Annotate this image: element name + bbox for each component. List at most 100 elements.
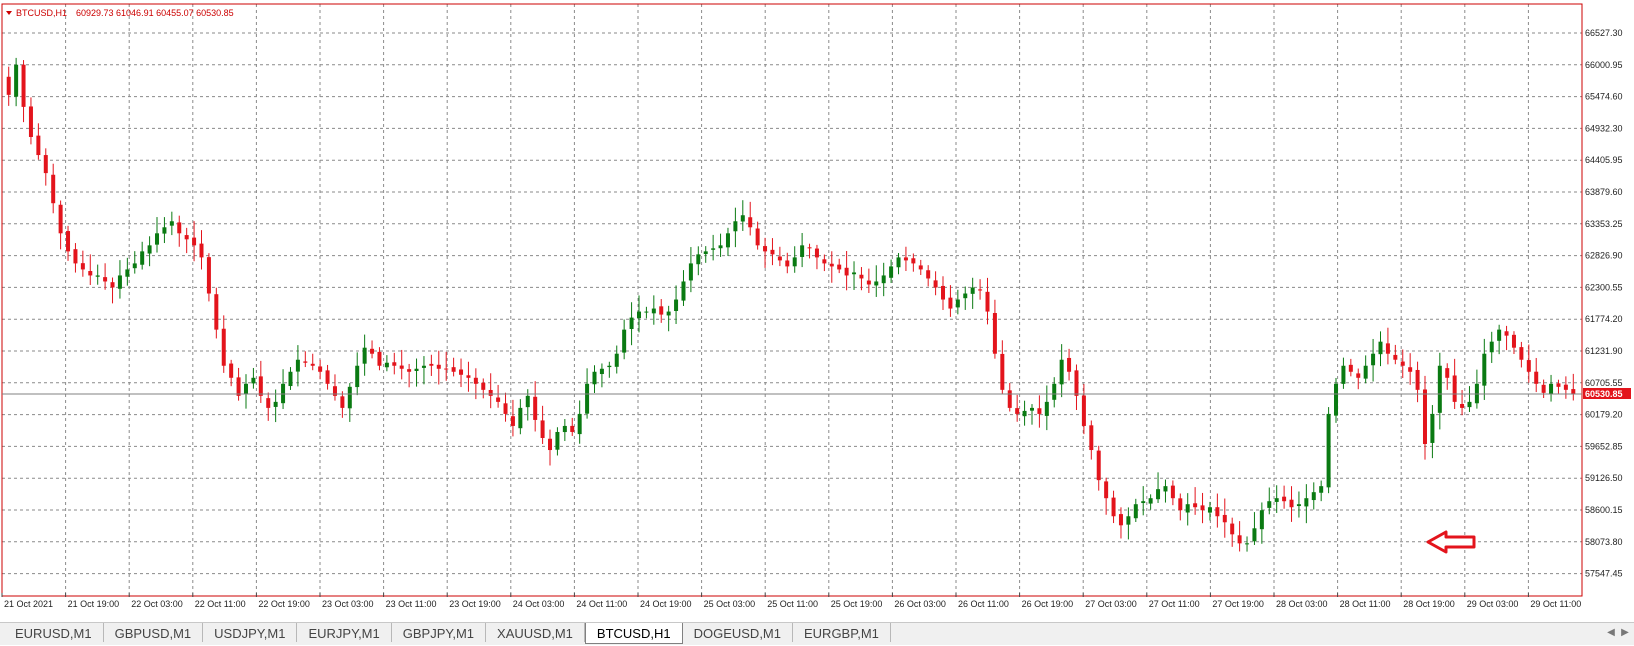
price-tick-label: 58600.15 [1585,505,1623,515]
bull-candle [288,367,293,390]
bull-candle [355,352,360,396]
bull-candle [518,399,523,435]
bull-candle [362,334,367,376]
time-tick-label: 21 Oct 19:00 [68,599,120,609]
time-tick-label: 28 Oct 03:00 [1276,599,1328,609]
price-axis[interactable]: 66527.30 66000.95 65474.60 64932.30 64405.95… [1585,28,1623,579]
bear-candle [6,66,11,106]
bear-candle [1222,498,1227,538]
bear-candle [1237,521,1242,552]
bear-candle [466,361,471,392]
bull-candle [614,345,619,374]
bear-candle [488,373,493,409]
bear-candle [103,263,108,290]
bull-candle [1489,331,1494,363]
time-tick-label: 23 Oct 11:00 [386,599,437,609]
bear-candle [429,354,434,376]
bull-candle [1156,472,1161,503]
current-price-label: 60530.85 [1585,389,1623,399]
tab-eurgbp-m1[interactable]: EURGBP,M1 [793,623,891,642]
bull-candle [874,265,879,297]
bull-candle [1148,494,1153,510]
time-tick-label: 23 Oct 03:00 [322,599,374,609]
bull-candle [1245,536,1250,552]
bull-candle [1497,324,1502,355]
bear-candle [1356,368,1361,390]
chevron-left-icon[interactable]: ◀ [1604,626,1618,640]
price-tick-label: 62300.55 [1585,282,1623,292]
chart-header: BTCUSD,H1 60929.73 61046.91 60455.07 605… [6,8,234,18]
candles [6,57,1576,552]
bear-candle [80,250,85,277]
bear-candle [763,237,768,268]
price-tick-label: 64405.95 [1585,155,1623,165]
bear-candle [1089,420,1094,460]
price-chart[interactable]: 66527.30 66000.95 65474.60 64932.30 64405.95… [0,0,1634,615]
bear-candle [748,201,753,236]
bull-candle [1296,491,1301,518]
bear-candle [73,243,78,273]
price-tick-label: 57547.45 [1585,569,1623,579]
bull-candle [881,262,886,297]
time-tick-label: 26 Oct 19:00 [1022,599,1074,609]
time-tick-label: 21 Oct 2021 [4,599,53,609]
bear-candle [837,258,842,274]
bull-candle [1334,377,1339,423]
bear-candle [903,246,908,272]
bear-candle [1230,517,1235,547]
bull-candle [577,400,582,444]
tab-usdjpy-m1[interactable]: USDJPY,M1 [203,623,298,642]
symbol-tabs: EURUSD,M1 GBPUSD,M1 USDJPY,M1 EURJPY,M1 GBPJ… [4,623,891,646]
bear-candle [303,351,308,368]
time-tick-label: 22 Oct 19:00 [258,599,310,609]
tab-btcusd-h1[interactable]: BTCUSD,H1 [584,623,683,644]
bull-candle [674,285,679,324]
tab-dogeusd-m1[interactable]: DOGEUSD,M1 [683,623,793,642]
bear-candle [1096,445,1101,491]
time-tick-label: 25 Oct 03:00 [704,599,756,609]
bear-candle [58,200,63,250]
time-tick-label: 23 Oct 19:00 [449,599,501,609]
bull-candle [800,232,805,268]
bull-candle [251,367,256,389]
bull-candle [740,200,745,231]
bull-candle [1259,502,1264,544]
time-axis[interactable]: 21 Oct 2021 21 Oct 19:00 22 Oct 03:00 22 Oc… [1,593,1581,609]
bear-candle [184,227,189,254]
tab-gbpjpy-m1[interactable]: GBPJPY,M1 [392,623,487,642]
bear-candle [1504,325,1509,351]
bear-candle [1415,361,1420,403]
tab-xauusd-m1[interactable]: XAUUSD,M1 [486,623,585,642]
bull-candle [1059,344,1064,398]
chart-area[interactable]: 66527.30 66000.95 65474.60 64932.30 64405.95… [0,0,1634,615]
tab-eurjpy-m1[interactable]: EURJPY,M1 [297,623,392,642]
bear-candle [221,315,226,373]
tab-gbpusd-m1[interactable]: GBPUSD,M1 [104,623,204,642]
bear-candle [1282,485,1287,509]
bear-candle [570,417,575,436]
bull-candle [162,217,167,244]
time-tick-label: 25 Oct 11:00 [767,599,818,609]
bull-candle [1319,480,1324,502]
time-tick-label: 24 Oct 03:00 [513,599,565,609]
tab-eurusd-m1[interactable]: EURUSD,M1 [4,623,104,642]
bull-candle [1252,512,1257,545]
bull-candle [1474,369,1479,409]
chevron-right-icon[interactable]: ▶ [1618,626,1632,640]
bear-candle [436,350,441,385]
bull-candle [622,319,627,360]
bull-candle [14,57,19,107]
price-tick-label: 60179.20 [1585,410,1623,420]
bull-candle [1163,479,1168,503]
bear-candle [1111,490,1116,524]
time-tick-label: 27 Oct 19:00 [1212,599,1264,609]
bear-candle [496,384,501,408]
bull-candle [1044,385,1049,431]
bear-candle [88,254,93,285]
triangle-down-icon [6,11,12,15]
bear-candle [325,364,330,390]
bull-candle [629,302,634,346]
bull-candle [421,356,426,385]
bear-candle [859,267,864,291]
bull-candle [1207,501,1212,521]
